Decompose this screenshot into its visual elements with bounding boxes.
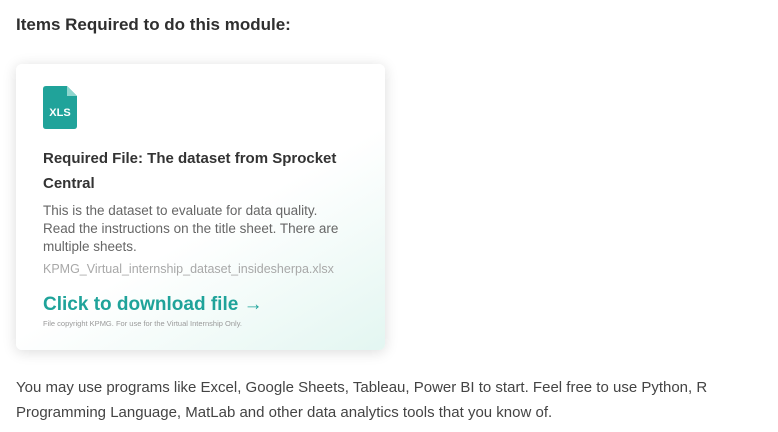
tools-paragraph: You may use programs like Excel, Google … — [16, 379, 708, 421]
file-description: This is the dataset to evaluate for data… — [43, 203, 339, 254]
copyright-notice: File copyright KPMG. For use for the Vir… — [43, 319, 242, 328]
xls-file-icon: XLS — [43, 86, 77, 129]
file-name: KPMG_Virtual_internship_dataset_insidesh… — [43, 262, 334, 276]
module-heading: Items Required to do this module: — [16, 15, 291, 34]
download-file-link[interactable]: Click to download file → — [43, 294, 263, 316]
file-title: Required File: The dataset from Sprocket… — [43, 150, 337, 192]
required-file-card: XLS Required File: The dataset from Spro… — [16, 64, 385, 350]
xls-icon-label: XLS — [49, 107, 70, 119]
